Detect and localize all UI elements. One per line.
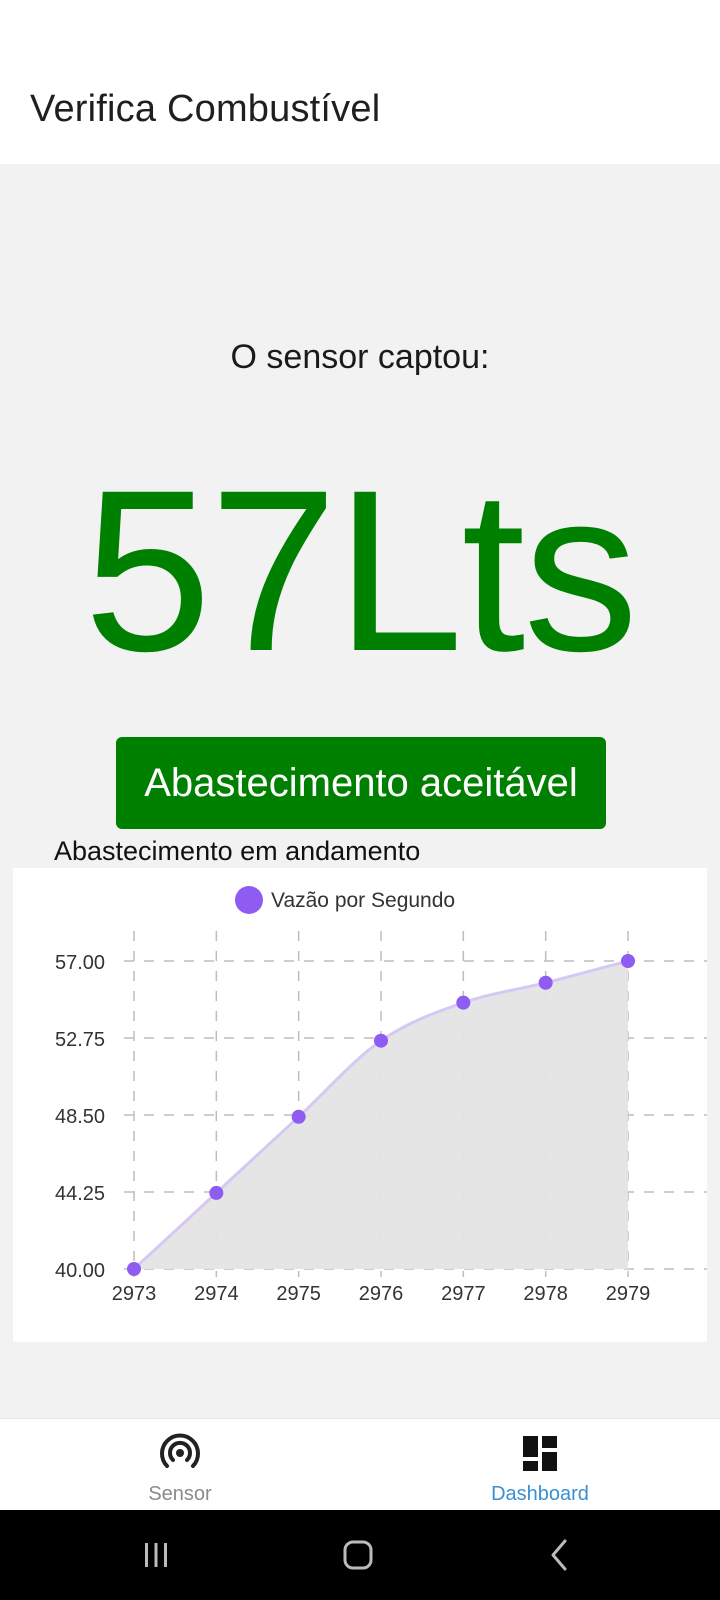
y-tick-label: 52.75 [55, 1029, 105, 1051]
data-point [538, 975, 553, 990]
home-icon[interactable] [328, 1530, 388, 1580]
flow-chart-card: 57.00 52.75 48.50 44.25 40.00 2973 2974 2975 297… [13, 868, 707, 1342]
x-tick-label: 2979 [606, 1283, 651, 1305]
x-tick-label: 2976 [359, 1283, 404, 1305]
fueling-status-button[interactable]: Abastecimento aceitável [116, 737, 606, 829]
data-point [127, 1262, 141, 1276]
sensor-caption: O sensor captou: [230, 338, 490, 376]
sensor-reading-value: 57Lts [83, 442, 639, 699]
data-point [291, 1109, 306, 1124]
nav-item-dashboard-label: Dashboard [491, 1483, 589, 1505]
x-tick-label: 2973 [112, 1283, 157, 1305]
data-point [456, 995, 471, 1010]
app-header: Verifica Combustível [0, 0, 720, 164]
back-icon[interactable] [530, 1530, 590, 1580]
sensor-broadcast-icon [158, 1431, 202, 1475]
bottom-navigation: Sensor Dashboard [0, 1418, 720, 1510]
data-point [374, 1033, 388, 1048]
x-tick-label: 2978 [523, 1283, 568, 1305]
data-point [621, 954, 635, 968]
recents-icon[interactable] [126, 1530, 186, 1580]
chart-section-title: Abastecimento em andamento [54, 836, 421, 866]
x-tick-label: 2974 [194, 1283, 239, 1305]
app-title: Verifica Combustível [30, 88, 381, 130]
x-tick-label: 2977 [441, 1283, 486, 1305]
y-tick-label: 48.50 [55, 1106, 105, 1128]
y-tick-label: 57.00 [55, 952, 105, 974]
dashboard-grid-icon [518, 1431, 562, 1475]
data-point [209, 1185, 224, 1200]
nav-item-sensor-label: Sensor [148, 1483, 212, 1505]
flow-chart: 57.00 52.75 48.50 44.25 40.00 2973 2974 2975 297… [55, 886, 707, 1305]
x-tick-label: 2975 [276, 1283, 321, 1305]
system-navigation-bar [0, 1510, 720, 1600]
nav-item-dashboard[interactable]: Dashboard [440, 1419, 640, 1511]
nav-item-sensor[interactable]: Sensor [80, 1419, 280, 1511]
y-tick-label: 40.00 [55, 1260, 105, 1282]
legend-label: Vazão por Segundo [271, 889, 455, 912]
y-tick-label: 44.25 [55, 1183, 105, 1205]
legend-swatch [235, 886, 263, 914]
